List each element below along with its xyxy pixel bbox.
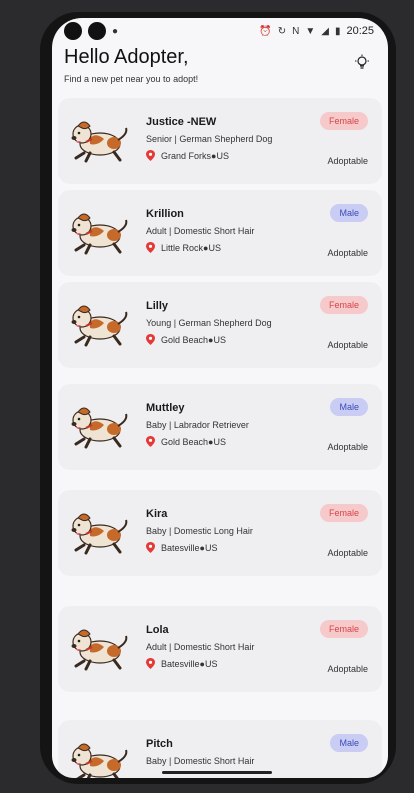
status-bar: ● ⏰ ↻ N ▼ ◢ ▮ 20:25 [52, 18, 388, 44]
greeting-title: Hello Adopter, [64, 46, 189, 68]
pet-card-4[interactable]: Muttley Baby | Labrador Retriever Gold B… [58, 384, 382, 470]
pet-card-7[interactable]: Pitch Baby | Domestic Short Hair Male [58, 720, 382, 778]
pet-name: Lilly [146, 300, 169, 312]
pet-card-5[interactable]: Kira Baby | Domestic Long Hair Batesvill… [58, 490, 382, 576]
wifi-icon: ▼ [305, 25, 316, 37]
pet-name: Krillion [146, 208, 184, 220]
notification-icon: ● [112, 25, 119, 37]
nfc-icon: N [292, 25, 300, 37]
adoption-status: Adoptable [327, 248, 368, 258]
location-pin-icon [146, 436, 155, 447]
pet-card-1[interactable]: Justice -NEW Senior | German Shepherd Do… [58, 98, 382, 184]
pet-location: Grand Forks●US [146, 150, 229, 161]
lightbulb-icon[interactable] [354, 54, 370, 70]
adoption-status: Adoptable [327, 156, 368, 166]
gender-badge: Male [330, 204, 368, 222]
gender-badge: Female [319, 296, 368, 314]
pet-name: Muttley [146, 402, 185, 414]
camera-cutout-2 [88, 22, 106, 40]
pet-card-2[interactable]: Krillion Adult | Domestic Short Hair Lit… [58, 190, 382, 276]
pet-info: Adult | Domestic Short Hair [146, 226, 255, 236]
location-pin-icon [146, 658, 155, 669]
clock: 20:25 [346, 25, 374, 37]
pet-image [71, 305, 128, 347]
pet-image [71, 213, 128, 255]
pet-info: Adult | Domestic Short Hair [146, 642, 255, 652]
gender-badge: Male [330, 734, 368, 752]
pet-info: Baby | Domestic Long Hair [146, 526, 253, 536]
location-pin-icon [146, 242, 155, 253]
pet-info: Senior | German Shepherd Dog [146, 134, 273, 144]
pet-location-text: Gold Beach●US [161, 334, 226, 345]
pet-image [71, 121, 128, 163]
pet-location-text: Grand Forks●US [161, 150, 229, 161]
battery-icon: ▮ [334, 25, 341, 37]
adoption-status: Adoptable [327, 664, 368, 674]
pet-location-text: Batesville●US [161, 658, 218, 669]
pet-location: Gold Beach●US [146, 436, 226, 447]
pet-info: Young | German Shepherd Dog [146, 318, 272, 328]
pet-location-text: Little Rock●US [161, 242, 221, 253]
pet-card-6[interactable]: Lola Adult | Domestic Short Hair Batesvi… [58, 606, 382, 692]
pet-location: Batesville●US [146, 542, 217, 553]
location-pin-icon [146, 542, 155, 553]
pet-location-text: Batesville●US [161, 542, 218, 553]
pet-location: Batesville●US [146, 658, 217, 669]
pet-image [71, 513, 128, 555]
pet-name: Justice -NEW [146, 116, 217, 128]
signal-icon: ◢ [321, 25, 329, 37]
pet-image [71, 407, 128, 449]
pet-card-3[interactable]: Lilly Young | German Shepherd Dog Gold B… [58, 282, 382, 368]
pet-image [71, 743, 128, 778]
pet-info: Baby | Domestic Short Hair [146, 756, 255, 766]
alarm-icon: ⏰ [259, 25, 272, 37]
location-pin-icon [146, 334, 155, 345]
pet-image [71, 629, 128, 671]
greeting-subtitle: Find a new pet near you to adopt! [64, 74, 199, 84]
pet-location: Gold Beach●US [146, 334, 226, 345]
sync-icon: ↻ [277, 25, 287, 37]
adoption-status: Adoptable [327, 340, 368, 350]
location-pin-icon [146, 150, 155, 161]
gender-badge: Female [319, 504, 368, 522]
gender-badge: Female [319, 620, 368, 638]
pet-location: Little Rock●US [146, 242, 221, 253]
home-indicator[interactable] [162, 771, 272, 774]
gender-badge: Male [330, 398, 368, 416]
adoption-status: Adoptable [327, 548, 368, 558]
gender-badge: Female [319, 112, 368, 130]
adoption-status: Adoptable [327, 442, 368, 452]
app-screen: ● ⏰ ↻ N ▼ ◢ ▮ 20:25 Hello Adopter, Find … [52, 18, 388, 778]
pet-name: Lola [146, 624, 169, 636]
pet-location-text: Gold Beach●US [161, 436, 226, 447]
camera-cutout [64, 22, 82, 40]
pet-name: Kira [146, 508, 168, 520]
pet-name: Pitch [146, 738, 173, 750]
pet-info: Baby | Labrador Retriever [146, 420, 249, 430]
